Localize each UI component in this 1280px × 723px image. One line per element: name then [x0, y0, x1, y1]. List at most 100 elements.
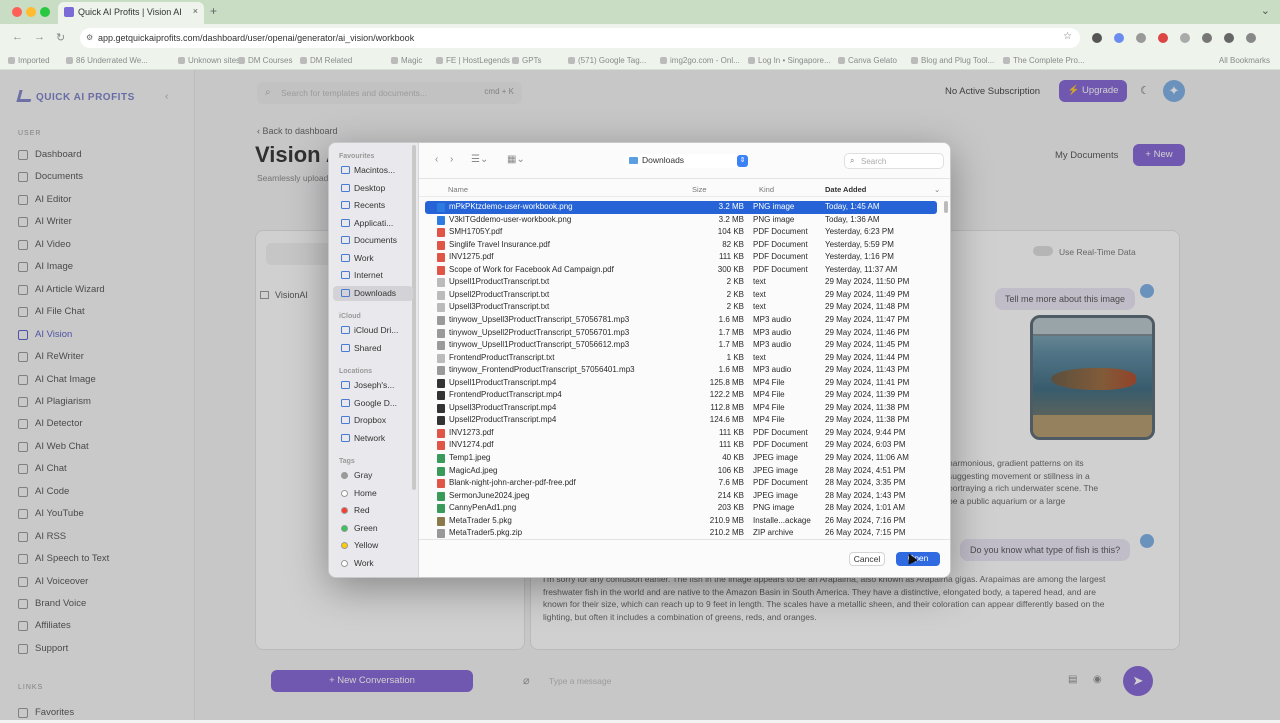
file-row[interactable]: FrontendProductTranscript.mp4 122.2 MB MP4… — [425, 389, 937, 402]
finder-sidebar-item-icloud-dri[interactable]: iCloud Dri... — [333, 323, 413, 338]
tag-work[interactable]: Work — [333, 556, 413, 571]
bookmark-item[interactable]: DM Courses — [238, 56, 292, 65]
bookmark-star-icon[interactable]: ☆ — [1063, 31, 1072, 42]
file-row[interactable]: Scope of Work for Facebook Ad Campaign.p… — [425, 264, 937, 277]
bookmark-item[interactable]: img2go.com - Onl... — [660, 56, 740, 65]
bookmark-item[interactable]: The Complete Pro... — [1003, 56, 1085, 65]
finder-sidebar-item-recents[interactable]: Recents — [333, 198, 413, 213]
bookmark-item[interactable]: FE | HostLegends — [436, 56, 510, 65]
bookmark-item[interactable]: 86 Underrated We... — [66, 56, 148, 65]
file-row[interactable]: Singlife Travel Insurance.pdf 82 KB PDF Do… — [425, 239, 937, 252]
file-kind: ZIP archive — [753, 528, 794, 538]
puzzle-icon[interactable] — [1180, 33, 1190, 43]
tag-yellow[interactable]: Yellow — [333, 538, 413, 553]
file-row[interactable]: INV1274.pdf 111 KB PDF Document 29 May 2024… — [425, 439, 937, 452]
file-row[interactable]: CannyPenAd1.png 203 KB PNG image 28 May 202… — [425, 502, 937, 515]
download-icon[interactable] — [1202, 33, 1212, 43]
finder-sidebar-item-internet[interactable]: Internet — [333, 268, 413, 283]
file-row[interactable]: Upsell3ProductTranscript.mp4 112.8 MB MP4 … — [425, 402, 937, 415]
finder-sidebar-item-google-d[interactable]: Google D... — [333, 396, 413, 411]
sort-chevron-icon[interactable]: ⌄ — [934, 185, 940, 194]
bookmark-item[interactable]: Blog and Plug Tool... — [911, 56, 994, 65]
tag-red[interactable]: Red — [333, 503, 413, 518]
all-bookmarks[interactable]: All Bookmarks — [1219, 56, 1270, 65]
finder-sidebar-item-shared[interactable]: Shared — [333, 341, 413, 356]
tag-gray[interactable]: Gray — [333, 468, 413, 483]
minimize-window-icon[interactable] — [26, 7, 36, 17]
cancel-button[interactable]: Cancel — [849, 552, 885, 566]
open-button[interactable]: Open — [896, 552, 940, 566]
tag-green[interactable]: Green — [333, 521, 413, 536]
file-row[interactable]: tinywow_Upsell2ProductTranscript_5705670… — [425, 327, 937, 340]
finder-sidebar-item-applicati[interactable]: Applicati... — [333, 216, 413, 231]
bookmark-item[interactable]: Magic — [391, 56, 422, 65]
forward-chevron-icon[interactable]: › — [450, 154, 453, 165]
file-date-added: 29 May 2024, 11:48 PM — [825, 302, 910, 312]
file-row[interactable]: Upsell2ProductTranscript.txt 2 KB text 29 M… — [425, 289, 937, 302]
browser-tab[interactable]: Quick AI Profits | Vision AI × — [58, 2, 204, 24]
bookmark-item[interactable]: GPTs — [512, 56, 542, 65]
file-row[interactable]: Temp1.jpeg 40 KB JPEG image 29 May 2024, 11… — [425, 452, 937, 465]
bookmark-item[interactable]: DM Related — [300, 56, 352, 65]
bookmark-item[interactable]: (571) Google Tag... — [568, 56, 646, 65]
menu-icon[interactable] — [1246, 33, 1256, 43]
file-size: 1 KB — [726, 352, 744, 362]
file-row[interactable]: tinywow_Upsell3ProductTranscript_5705678… — [425, 314, 937, 327]
finder-sidebar-item-dropbox[interactable]: Dropbox — [333, 413, 413, 428]
file-row[interactable]: V3kITGddemo-user-workbook.png 3.2 MB PNG i… — [425, 214, 937, 227]
profile-icon[interactable] — [1224, 33, 1234, 43]
finder-sidebar-item-desktop[interactable]: Desktop — [333, 181, 413, 196]
finder-sidebar-item-downloads[interactable]: Downloads — [333, 285, 413, 301]
file-row[interactable]: tinywow_FrontendProductTranscript_570564… — [425, 364, 937, 377]
file-row[interactable]: INV1273.pdf 111 KB PDF Document 29 May 2024… — [425, 427, 937, 440]
file-row[interactable]: MetaTrader5.pkg.zip 210.2 MB ZIP archive 26… — [425, 527, 937, 540]
extension-icon[interactable] — [1114, 33, 1124, 43]
file-row[interactable]: MetaTrader 5.pkg 210.9 MB Installe...ackag… — [425, 515, 937, 528]
reload-icon[interactable]: ↻ — [56, 31, 65, 44]
column-size[interactable]: Size — [692, 185, 707, 194]
extension-icon[interactable] — [1136, 33, 1146, 43]
file-row[interactable]: Upsell1ProductTranscript.mp4 125.8 MB MP4 … — [425, 377, 937, 390]
file-row[interactable]: SermonJune2024.jpeg 214 KB JPEG image 28 Ma… — [425, 490, 937, 503]
grid-view-icon[interactable]: ▦⌄ — [507, 154, 525, 165]
bookmark-item[interactable]: Canva Gelato — [838, 56, 897, 65]
back-chevron-icon[interactable]: ‹ — [435, 154, 438, 165]
back-arrow-icon[interactable]: ← — [12, 31, 23, 43]
column-date-added[interactable]: Date Added — [825, 185, 866, 194]
file-row[interactable]: Blank-night-john-archer-pdf-free.pdf 7.6 … — [425, 477, 937, 490]
finder-sidebar-item-work[interactable]: Work — [333, 251, 413, 266]
column-name[interactable]: Name — [448, 185, 468, 194]
bookmark-item[interactable]: Imported — [8, 56, 50, 65]
extension-icon[interactable] — [1158, 33, 1168, 43]
finder-sidebar-item-macintos[interactable]: Macintos... — [333, 163, 413, 178]
column-kind[interactable]: Kind — [759, 185, 774, 194]
file-row[interactable]: Upsell2ProductTranscript.mp4 124.6 MB MP4 … — [425, 414, 937, 427]
forward-arrow-icon[interactable]: → — [34, 31, 45, 43]
location-dropdown[interactable]: Downloads ⇕ — [624, 154, 749, 168]
url-input[interactable]: ⚙ app.getquickaiprofits.com/dashboard/us… — [80, 28, 1080, 48]
bookmark-item[interactable]: Unknown sites — [178, 56, 240, 65]
close-window-icon[interactable] — [12, 7, 22, 17]
file-row[interactable]: MagicAd.jpeg 106 KB JPEG image 28 May 2024,… — [425, 465, 937, 478]
finder-sidebar-item-network[interactable]: Network — [333, 431, 413, 446]
file-row[interactable]: mPkPKtzdemo-user-workbook.png 3.2 MB PNG i… — [425, 201, 937, 214]
site-info-icon[interactable]: ⚙ — [86, 33, 93, 42]
file-row[interactable]: Upsell1ProductTranscript.txt 2 KB text 29 M… — [425, 276, 937, 289]
file-list-scrollbar[interactable] — [944, 201, 948, 213]
file-row[interactable]: SMH1705Y.pdf 104 KB PDF Document Yesterday,… — [425, 226, 937, 239]
list-view-icon[interactable]: ☰⌄ — [471, 154, 488, 165]
finder-sidebar-item-documents[interactable]: Documents — [333, 233, 413, 248]
close-tab-icon[interactable]: × — [193, 6, 198, 16]
finder-sidebar-item-joseph-s[interactable]: Joseph's... — [333, 378, 413, 393]
pen-extension-icon[interactable] — [1092, 33, 1102, 43]
maximize-window-icon[interactable] — [40, 7, 50, 17]
new-tab-icon[interactable]: + — [210, 4, 217, 18]
tab-list-chevron-icon[interactable]: ⌄ — [1261, 4, 1270, 17]
bookmark-item[interactable]: Log In • Singapore... — [748, 56, 831, 65]
file-row[interactable]: FrontendProductTranscript.txt 1 KB text 29 … — [425, 352, 937, 365]
finder-search-input[interactable]: ⌕ Search — [844, 153, 944, 169]
file-row[interactable]: Upsell3ProductTranscript.txt 2 KB text 29 M… — [425, 301, 937, 314]
file-row[interactable]: tinywow_Upsell1ProductTranscript_5705661… — [425, 339, 937, 352]
file-row[interactable]: INV1275.pdf 111 KB PDF Document Yesterday, … — [425, 251, 937, 264]
tag-home[interactable]: Home — [333, 486, 413, 501]
